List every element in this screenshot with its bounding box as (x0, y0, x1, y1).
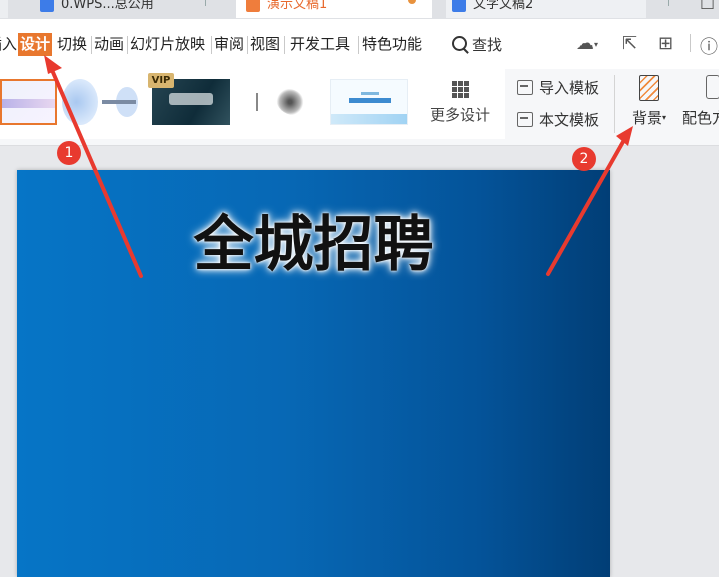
tab-label: 0.WPS...总公用 (61, 0, 154, 12)
more-design-label: 更多设计 (429, 106, 490, 124)
menu-view[interactable]: 视图 (250, 34, 280, 55)
theme-decoration (102, 100, 136, 104)
menu-separator (211, 36, 212, 54)
theme-decoration (349, 98, 391, 103)
more-design-button[interactable]: 更多设计 (428, 81, 492, 125)
import-template-button[interactable]: 导入模板 (517, 77, 599, 98)
menu-bar: 插入 设计 切换 动画 幻灯片放映 审阅 视图 开发工具 特色功能 查找 ☁▾ … (0, 19, 719, 69)
menu-separator (247, 36, 248, 54)
color-scheme-icon (706, 75, 719, 99)
writer-doc-icon (40, 0, 54, 12)
menu-separator (284, 36, 285, 54)
tab-label: 文字文稿2 (473, 0, 534, 12)
collaborate-icon[interactable]: ⊞ (658, 33, 673, 54)
slide-workspace: 全城招聘 (0, 146, 719, 577)
tab-label: 演示文稿1 (267, 0, 328, 12)
tab-text-document-2[interactable]: 文字文稿2 (446, 0, 646, 18)
chevron-down-icon: ▾ (662, 113, 667, 122)
tab-divider (205, 0, 206, 6)
tab-divider (668, 0, 669, 6)
background-icon (639, 75, 659, 101)
window-control-icon[interactable]: □ (700, 0, 715, 11)
theme-thumbnail[interactable] (62, 79, 142, 125)
theme-thumbnail[interactable] (330, 79, 408, 125)
menu-special-features[interactable]: 特色功能 (362, 34, 422, 55)
theme-decoration (62, 79, 98, 125)
menu-developer-tools[interactable]: 开发工具 (290, 34, 350, 55)
slide-title[interactable]: 全城招聘 (17, 196, 610, 283)
theme-decoration (169, 93, 213, 105)
writer-doc-icon (452, 0, 466, 12)
share-icon[interactable]: ⇱ (622, 33, 637, 54)
menu-design[interactable]: 设计 (18, 33, 53, 56)
annotation-badge-1: 1 (57, 141, 81, 165)
search-icon (452, 36, 467, 51)
tab-wps-document[interactable]: 0.WPS...总公用 (40, 0, 220, 18)
vip-badge: VIP (148, 73, 174, 88)
document-template-icon (517, 112, 533, 127)
tab-strip: 0.WPS...总公用 演示文稿1 文字文稿2 □ (0, 0, 719, 19)
menu-separator (91, 36, 92, 54)
theme-decoration (256, 93, 258, 111)
background-button[interactable]: 背景▾ (626, 75, 672, 128)
theme-decoration (2, 99, 55, 108)
menu-review[interactable]: 审阅 (214, 34, 244, 55)
menu-slideshow[interactable]: 幻灯片放映 (130, 34, 205, 55)
this-template-button[interactable]: 本文模板 (517, 109, 599, 130)
color-scheme-label: 配色方案 (682, 109, 719, 127)
background-label: 背景 (631, 109, 662, 127)
ribbon-separator (614, 75, 615, 133)
help-icon[interactable]: ⓘ (700, 33, 718, 59)
theme-decoration (331, 114, 407, 124)
cloud-sync-icon[interactable]: ☁▾ (576, 33, 598, 54)
theme-decoration (361, 92, 379, 95)
import-template-icon (517, 80, 533, 95)
tab-previous[interactable] (0, 0, 8, 18)
slide-canvas[interactable]: 全城招聘 (17, 170, 610, 577)
annotation-badge-2: 2 (572, 147, 596, 171)
this-template-label: 本文模板 (539, 111, 600, 129)
theme-decoration (276, 89, 304, 115)
color-scheme-button[interactable]: 配色方案 (682, 75, 719, 128)
menu-separator (127, 36, 128, 54)
menu-separator (690, 34, 691, 52)
find-label: 查找 (472, 36, 503, 54)
menu-transition[interactable]: 切换 (57, 34, 87, 55)
import-template-label: 导入模板 (539, 79, 600, 97)
design-ribbon: VIP 更多设计 导入模板 本文模板 背景▾ 配色方案 (0, 69, 719, 146)
menu-insert[interactable]: 插入 (0, 34, 17, 55)
find-button[interactable]: 查找 (452, 34, 502, 55)
presentation-icon (246, 0, 260, 12)
menu-animation[interactable]: 动画 (94, 34, 124, 55)
theme-thumbnail-selected[interactable] (0, 79, 57, 125)
grid-icon (451, 81, 469, 98)
tab-presentation-1[interactable]: 演示文稿1 (236, 0, 432, 18)
theme-gallery: VIP 更多设计 (0, 69, 505, 139)
menu-separator (358, 36, 359, 54)
theme-thumbnail[interactable] (240, 79, 318, 125)
